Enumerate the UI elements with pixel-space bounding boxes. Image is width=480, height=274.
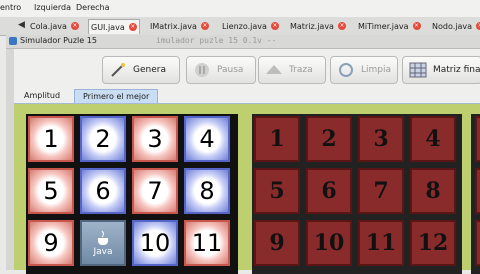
partial-grid-edge xyxy=(471,114,480,274)
navigation-bar: entro Izquierda Derecha xyxy=(0,0,480,17)
tab-primero-el-mejor[interactable]: Primero el mejor xyxy=(74,89,159,103)
puzzle-tile[interactable]: 1 xyxy=(28,116,74,162)
matrix-tile: 8 xyxy=(410,168,456,214)
tab-lienzo-java[interactable]: Lienzo.java × xyxy=(222,19,279,33)
matrix-tile: 1 xyxy=(254,116,300,162)
tabs-scroll-left-icon[interactable]: ◀ xyxy=(18,20,25,30)
matrix-tile: 11 xyxy=(358,220,404,266)
puzzle-tile[interactable]: 6 xyxy=(80,168,126,214)
matrix-tile: 9 xyxy=(254,220,300,266)
matrix-tile xyxy=(475,220,480,266)
left-panel-strip xyxy=(6,49,14,270)
nav-item-izquierda[interactable]: Izquierda xyxy=(34,3,71,12)
puzzle-tile[interactable]: 10 xyxy=(132,220,178,266)
matrix-tile: 7 xyxy=(358,168,404,214)
tab-matriz-java[interactable]: Matriz.java × xyxy=(290,19,346,33)
puzzle-tile[interactable]: 7 xyxy=(132,168,178,214)
tab-cola-java[interactable]: Cola.java × xyxy=(30,19,79,33)
close-icon[interactable]: × xyxy=(70,22,79,30)
empty-tile-java-logo[interactable]: Java xyxy=(80,220,126,266)
puzzle-tile[interactable]: 4 xyxy=(184,116,230,162)
window-titlebar[interactable]: Simulador Puzle 15 imulador puzle 15 0.1… xyxy=(6,35,480,49)
matrix-tile: 4 xyxy=(410,116,456,162)
limpia-button[interactable]: Limpia xyxy=(330,56,398,84)
traza-button[interactable]: Traza xyxy=(258,56,326,84)
simulator-window: Simulador Puzle 15 imulador puzle 15 0.1… xyxy=(6,35,480,274)
close-icon[interactable]: × xyxy=(128,23,137,31)
editor-tab-strip: ◀ Cola.java × GUI.java × IMatrix.java × Lie… xyxy=(0,17,480,36)
animated-puzzle-grid: 1 2 3 4 5 6 7 8 9 Java 10 11 xyxy=(26,114,238,274)
puzzle-tile[interactable]: 8 xyxy=(184,168,230,214)
matriz-final-button[interactable]: Matriz fina xyxy=(402,56,480,84)
java-cup-icon xyxy=(9,37,17,45)
tab-amplitud[interactable]: Amplitud xyxy=(16,89,68,102)
magic-wand-icon xyxy=(111,63,125,77)
matrix-tile: 10 xyxy=(306,220,352,266)
java-logo-icon xyxy=(98,230,108,245)
trace-icon xyxy=(266,65,282,74)
puzzle-board-area: 1 2 3 4 5 6 7 8 9 Java 10 11 1 2 3 4 5 6… xyxy=(14,104,480,274)
matrix-tile: 2 xyxy=(306,116,352,162)
close-icon[interactable]: × xyxy=(337,22,346,30)
refresh-icon xyxy=(339,63,353,77)
grid-icon xyxy=(409,62,427,78)
close-icon[interactable]: × xyxy=(412,22,421,30)
pause-icon xyxy=(195,63,209,77)
tab-gui-java[interactable]: GUI.java × xyxy=(88,19,140,34)
nav-item-derecha[interactable]: Derecha xyxy=(76,3,110,12)
puzzle-tile[interactable]: 9 xyxy=(28,220,74,266)
matrix-tile: 5 xyxy=(254,168,300,214)
matrix-tile xyxy=(475,116,480,162)
tab-mitimer-java[interactable]: MiTimer.java × xyxy=(358,19,421,33)
puzzle-tile[interactable]: 3 xyxy=(132,116,178,162)
puzzle-tile[interactable]: 11 xyxy=(184,220,230,266)
window-title: Simulador Puzle 15 xyxy=(20,36,97,45)
matrix-tile: 3 xyxy=(358,116,404,162)
state-matrix-grid: 1 2 3 4 5 6 7 8 9 10 11 12 xyxy=(252,114,462,274)
solver-tab-strip: Amplitud Primero el mejor xyxy=(14,88,480,104)
tab-imatrix-java[interactable]: IMatrix.java × xyxy=(150,19,209,33)
genera-button[interactable]: Genera xyxy=(102,56,180,84)
matrix-tile: 6 xyxy=(306,168,352,214)
tab-nodo-java[interactable]: Nodo.java× xyxy=(432,19,480,33)
puzzle-tile[interactable]: 5 xyxy=(28,168,74,214)
close-icon[interactable]: × xyxy=(270,22,279,30)
matrix-tile xyxy=(475,168,480,214)
puzzle-tile[interactable]: 2 xyxy=(80,116,126,162)
close-icon[interactable]: × xyxy=(200,22,209,30)
nav-item-centro[interactable]: entro xyxy=(0,3,21,12)
matrix-tile: 12 xyxy=(410,220,456,266)
ghost-title: imulador puzle 15 0.1v -- xyxy=(156,36,277,45)
pausa-button[interactable]: Pausa xyxy=(186,56,256,84)
close-icon[interactable]: × xyxy=(476,22,480,30)
